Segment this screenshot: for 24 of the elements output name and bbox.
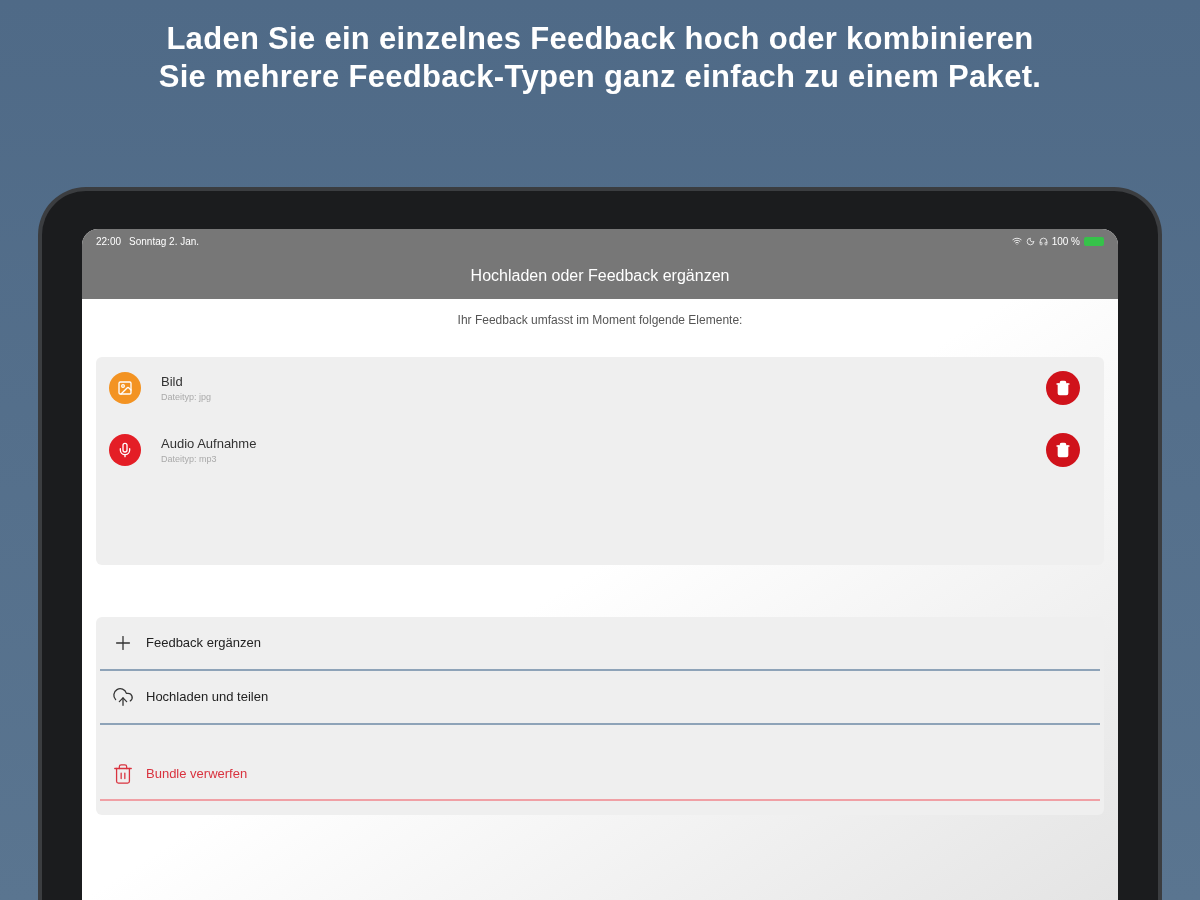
action-button[interactable]: Bundle verwerfen	[100, 725, 1100, 801]
delete-button[interactable]	[1046, 433, 1080, 467]
wifi-icon	[1011, 236, 1022, 246]
trash-icon	[112, 763, 134, 785]
trash-icon	[1055, 380, 1071, 396]
item-subtitle: Dateityp: jpg	[161, 391, 213, 404]
action-button[interactable]: Feedback ergänzen	[100, 617, 1100, 671]
battery-icon	[1084, 236, 1104, 246]
status-date: Sonntag 2. Jan.	[129, 234, 200, 249]
item-subtitle: Dateityp: mp3	[161, 453, 218, 466]
intro-text: Ihr Feedback umfasst im Moment folgende Elemente:	[456, 312, 744, 329]
item-title: Bild	[161, 372, 184, 391]
delete-button[interactable]	[1046, 371, 1080, 405]
cloud-upload-icon	[112, 686, 134, 708]
status-time: 22:00	[96, 234, 122, 249]
headline: Sie mehrere Feedback-Typen ganz einfach zu einem Paket.	[158, 58, 1042, 96]
nav-title: Hochladen oder Feedback ergänzen	[469, 266, 731, 286]
headphones-icon	[1038, 236, 1048, 246]
trash-icon	[1055, 442, 1071, 458]
battery-percentage: 100 %	[1051, 234, 1080, 249]
moon-icon	[1025, 236, 1035, 246]
action-button[interactable]: Hochladen und teilen	[100, 671, 1100, 725]
item-title: Audio Aufnahme	[161, 434, 258, 453]
headline: Laden Sie ein einzelnes Feedback hoch oder kombinieren	[166, 20, 1034, 58]
